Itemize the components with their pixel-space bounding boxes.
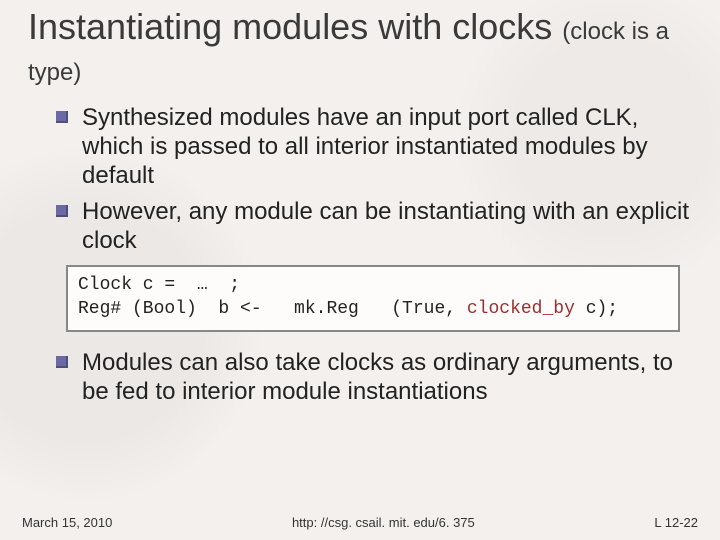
footer-url: http: //csg. csail. mit. edu/6. 375	[112, 515, 654, 530]
bullet-item: However, any module can be instantiating…	[56, 197, 692, 256]
bullet-list-top: Synthesized modules have an input port c…	[56, 103, 692, 255]
bullet-list-bottom: Modules can also take clocks as ordinary…	[56, 348, 692, 407]
bullet-text: Modules can also take clocks as ordinary…	[82, 349, 673, 405]
footer: March 15, 2010 http: //csg. csail. mit. …	[0, 515, 720, 530]
code-line-2a: Reg# (Bool) b <- mk.Reg (True,	[78, 299, 467, 319]
footer-date: March 15, 2010	[22, 515, 112, 530]
footer-page: L 12-22	[654, 515, 698, 530]
bullet-text: However, any module can be instantiating…	[82, 198, 689, 254]
bullet-item: Synthesized modules have an input port c…	[56, 103, 692, 191]
slide: Instantiating modules with clocks (clock…	[0, 0, 720, 540]
code-block: Clock c = … ; Reg# (Bool) b <- mk.Reg (T…	[66, 265, 680, 332]
title-main: Instantiating modules with clocks	[28, 6, 552, 47]
bullet-item: Modules can also take clocks as ordinary…	[56, 348, 692, 407]
bullet-text: Synthesized modules have an input port c…	[82, 104, 648, 190]
code-line-2b: c);	[575, 299, 618, 319]
slide-title: Instantiating modules with clocks (clock…	[28, 6, 692, 89]
code-line-1: Clock c = … ;	[78, 275, 240, 295]
code-keyword: clocked_by	[467, 299, 575, 319]
